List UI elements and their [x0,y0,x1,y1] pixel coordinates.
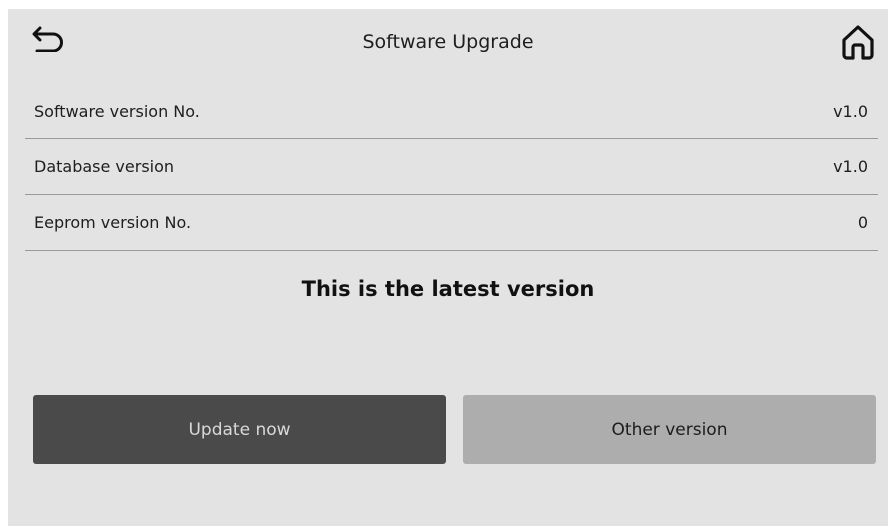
eeprom-version-label: Eeprom version No. [34,213,192,232]
header-bar: Software Upgrade [8,9,888,79]
page-title: Software Upgrade [362,31,534,53]
software-upgrade-screen: Software Upgrade Software version No. v1… [8,9,888,526]
software-version-row: Software version No. v1.0 [25,84,878,139]
other-version-label: Other version [611,419,728,440]
status-message: This is the latest version [301,277,595,301]
database-version-value: v1.0 [833,157,868,176]
update-now-label: Update now [188,419,291,440]
software-version-label: Software version No. [34,101,200,121]
other-version-button[interactable]: Other version [463,395,876,464]
update-now-button[interactable]: Update now [33,395,446,464]
home-icon [842,25,874,60]
version-info-list: Software version No. v1.0 Database versi… [25,84,878,251]
software-version-value: v1.0 [833,101,868,121]
database-version-label: Database version [34,157,175,176]
home-button[interactable] [836,20,880,64]
database-version-row: Database version v1.0 [25,139,878,195]
eeprom-version-value: 0 [857,213,868,232]
eeprom-version-row: Eeprom version No. 0 [25,195,878,251]
